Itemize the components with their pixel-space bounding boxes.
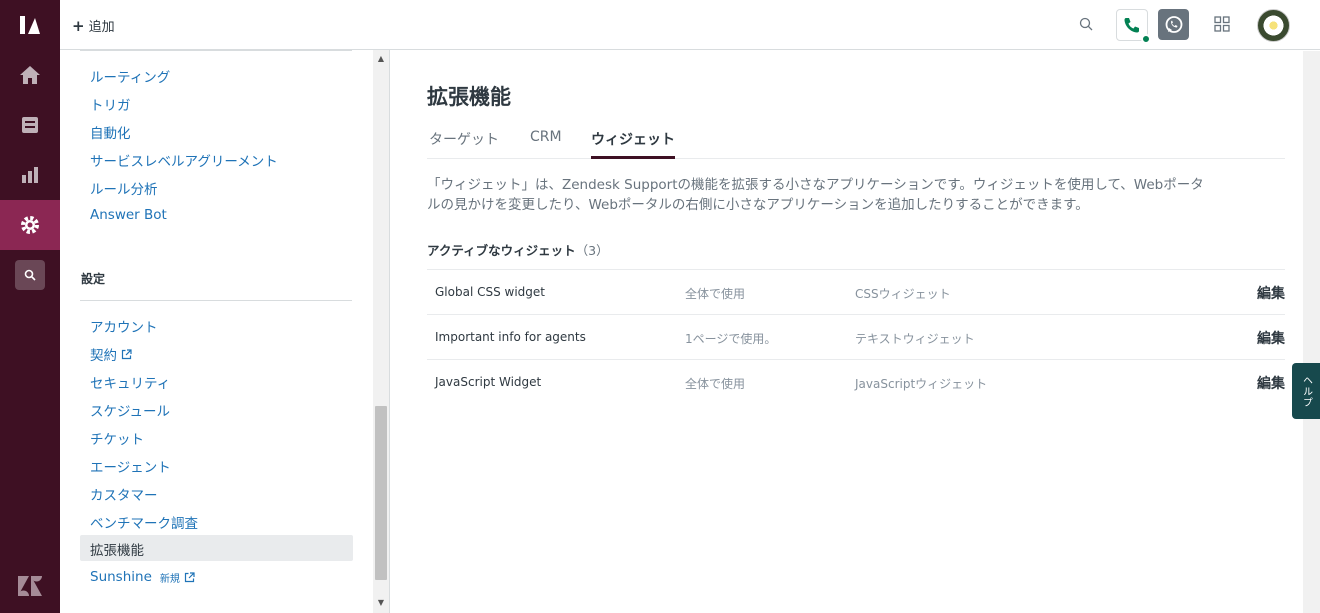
product-rail [0, 0, 60, 613]
phone-icon[interactable] [1116, 9, 1151, 44]
whatsapp-icon[interactable] [1158, 9, 1189, 40]
zendesk-logo-icon [17, 575, 43, 601]
widget-usage: 全体で使用 [685, 377, 746, 391]
main-content: 拡張機能 ターゲット CRM ウィジェット 「ウィジェット」は、Zendesk … [391, 51, 1303, 613]
sidebar-item-label: 契約 [90, 348, 117, 364]
sidebar-item-extensions-label: 拡張機能 [90, 543, 144, 559]
help-label: ヘルプ [1300, 374, 1312, 408]
tab-bar: ターゲット CRM ウィジェット [427, 129, 1285, 159]
sidebar-item-automations[interactable]: 自動化 [90, 122, 131, 142]
sidebar-item-schedules[interactable]: スケジュール [90, 400, 170, 420]
sidebar-item-subscription[interactable]: 契約 [90, 344, 132, 364]
widget-type: テキストウィジェット [855, 332, 975, 346]
plus-icon: + [72, 16, 85, 35]
widgets-description: 「ウィジェット」は、Zendesk Supportの機能を拡張する小さなアプリケ… [427, 177, 1204, 213]
sidebar-item-routing[interactable]: ルーティング [90, 66, 170, 86]
admin-sidebar: ルーティング トリガ 自動化 サービスレベルアグリーメント ルール分析 Answ… [60, 50, 390, 613]
edit-link[interactable]: 編集 [1257, 283, 1285, 303]
sidebar-item-account[interactable]: アカウント [90, 316, 158, 336]
widget-name: Important info for agents [435, 330, 586, 344]
table-row[interactable]: Global CSS widget 全体で使用 CSSウィジェット 編集 [427, 269, 1285, 314]
sidebar-item-label: Sunshine [90, 569, 152, 585]
avatar[interactable] [1257, 9, 1290, 42]
zendesk-support-logo-icon[interactable] [17, 12, 43, 38]
sidebar-item-sunshine[interactable]: Sunshine 新規 [90, 569, 195, 585]
sidebar-item-agents[interactable]: エージェント [90, 456, 171, 476]
sidebar-scroll-thumb[interactable] [375, 406, 387, 580]
sidebar-item-triggers[interactable]: トリガ [90, 94, 131, 114]
external-link-icon [184, 571, 195, 582]
widget-name: Global CSS widget [435, 285, 545, 299]
widget-usage: 1ページで使用。 [685, 332, 777, 346]
divider [80, 300, 352, 301]
sidebar-item-benchmark-survey[interactable]: ベンチマーク調査 [90, 512, 198, 532]
widgets-table: Global CSS widget 全体で使用 CSSウィジェット 編集 Imp… [427, 269, 1285, 404]
settings-heading: 設定 [81, 272, 106, 286]
widget-type: JavaScriptウィジェット [855, 377, 988, 391]
external-link-icon [121, 348, 132, 359]
widget-usage: 全体で使用 [685, 287, 746, 301]
views-icon[interactable] [0, 100, 60, 150]
sidebar-item-tickets[interactable]: チケット [90, 428, 144, 448]
active-widgets-heading: アクティブなウィジェット（3） [427, 240, 609, 259]
reporting-icon[interactable] [0, 150, 60, 200]
divider [80, 50, 352, 51]
main-scrollbar[interactable] [1303, 51, 1320, 613]
tab-crm[interactable]: CRM [530, 129, 562, 159]
online-status-dot [1141, 34, 1151, 44]
search-icon[interactable] [15, 260, 45, 290]
edit-link[interactable]: 編集 [1257, 328, 1285, 348]
scroll-down-arrow-icon[interactable]: ▼ [376, 598, 386, 608]
help-button[interactable]: ヘルプ [1292, 363, 1320, 419]
widget-type: CSSウィジェット [855, 287, 951, 301]
search-icon[interactable] [1079, 16, 1093, 35]
add-label: 追加 [88, 20, 115, 35]
widget-name: JavaScript Widget [435, 375, 542, 389]
apps-grid-icon[interactable] [1214, 16, 1230, 36]
tab-widgets[interactable]: ウィジェット [591, 129, 675, 159]
sidebar-item-security[interactable]: セキュリティ [90, 372, 170, 392]
table-row[interactable]: Important info for agents 1ページで使用。 テキストウ… [427, 314, 1285, 359]
table-row[interactable]: JavaScript Widget 全体で使用 JavaScriptウィジェット… [427, 359, 1285, 404]
sidebar-item-sla[interactable]: サービスレベルアグリーメント [90, 150, 278, 170]
add-button[interactable]: + 追加 [72, 16, 115, 36]
section-title: アクティブなウィジェット [427, 243, 576, 258]
widget-count: （3） [575, 243, 609, 258]
sidebar-item-customers[interactable]: カスタマー [90, 484, 158, 504]
sidebar-item-answer-bot[interactable]: Answer Bot [90, 207, 167, 223]
admin-gear-icon[interactable] [0, 200, 60, 250]
tab-targets[interactable]: ターゲット [429, 129, 499, 159]
sidebar-item-rule-analysis[interactable]: ルール分析 [90, 178, 158, 198]
scroll-up-arrow-icon[interactable]: ▲ [376, 54, 386, 64]
edit-link[interactable]: 編集 [1257, 373, 1285, 393]
home-icon[interactable] [0, 50, 60, 100]
new-badge: 新規 [159, 573, 180, 585]
top-bar: + 追加 [60, 0, 1320, 50]
page-title: 拡張機能 [427, 85, 511, 109]
